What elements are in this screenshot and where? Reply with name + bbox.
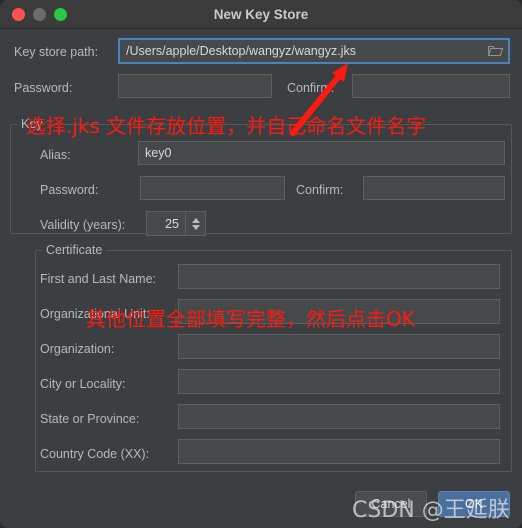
folder-icon[interactable]	[488, 45, 503, 57]
certificate-group-label: Certificate	[42, 243, 107, 257]
cert-organization-input[interactable]	[178, 334, 500, 359]
key-alias-input[interactable]: key0	[138, 141, 505, 165]
cert-organization-label: Organization:	[40, 342, 115, 356]
keystore-path-label: Key store path:	[14, 45, 99, 59]
cert-country-code-input[interactable]	[178, 439, 500, 464]
key-alias-label: Alias:	[40, 148, 71, 162]
new-key-store-dialog: New Key Store Key store path: /Users/app…	[0, 0, 522, 528]
cert-state-province-label: State or Province:	[40, 412, 140, 426]
cert-city-locality-input[interactable]	[178, 369, 500, 394]
chevron-up-icon[interactable]	[191, 217, 200, 223]
key-confirm-label: Confirm:	[296, 183, 344, 197]
key-password-input[interactable]	[140, 176, 285, 200]
title-bar: New Key Store	[0, 0, 522, 29]
cert-country-code-label: Country Code (XX):	[40, 447, 150, 461]
keystore-password-input[interactable]	[118, 74, 272, 98]
annotation-text-2: 其他位置全部填写完整，然后点击OK	[86, 307, 415, 331]
annotation-text-1: 选择.jks 文件存放位置，并自己命名文件名字	[26, 114, 427, 138]
validity-spinner[interactable]: 25	[146, 211, 206, 236]
cert-state-province-input[interactable]	[178, 404, 500, 429]
keystore-confirm-input[interactable]	[352, 74, 510, 98]
keystore-password-label: Password:	[14, 81, 73, 95]
key-password-label: Password:	[40, 183, 99, 197]
validity-label: Validity (years):	[40, 218, 126, 232]
chevron-down-icon[interactable]	[191, 224, 200, 230]
ok-button[interactable]: OK	[438, 491, 510, 517]
cancel-button[interactable]: Cancel	[355, 491, 427, 517]
cert-first-last-name-label: First and Last Name:	[40, 272, 157, 286]
window-title: New Key Store	[213, 7, 309, 22]
cert-city-locality-label: City or Locality:	[40, 377, 126, 391]
validity-spinner-arrows[interactable]	[185, 212, 205, 235]
cert-first-last-name-input[interactable]	[178, 264, 500, 289]
validity-value: 25	[165, 216, 179, 231]
key-confirm-input[interactable]	[363, 176, 505, 200]
